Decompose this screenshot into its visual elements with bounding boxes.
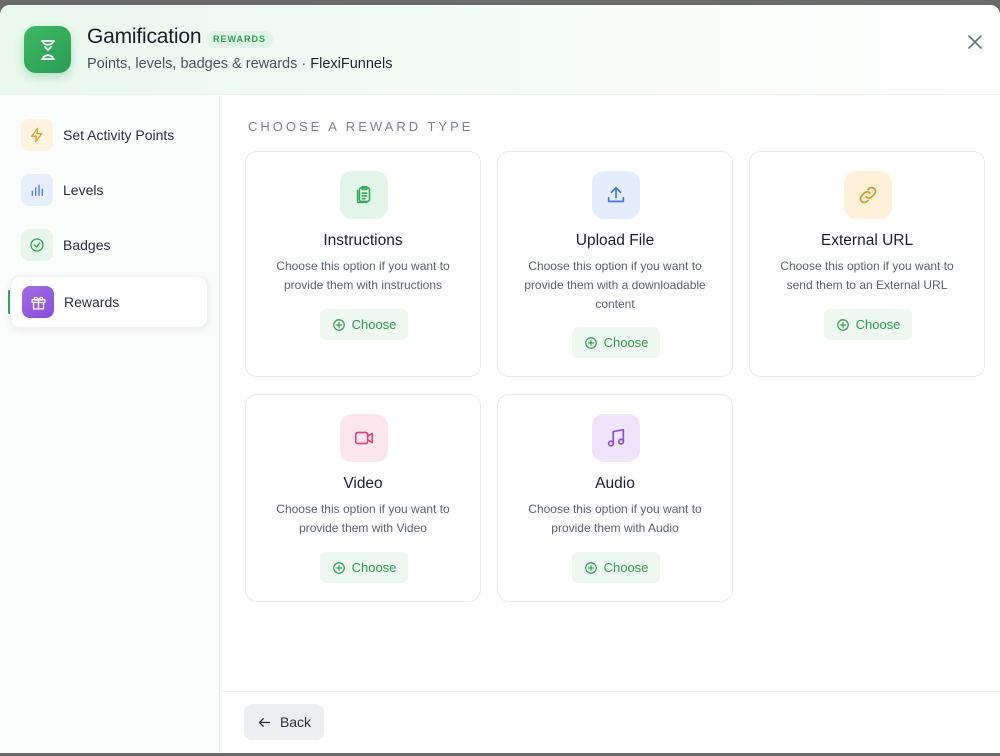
card-title: External URL: [820, 232, 914, 249]
main-content: CHOOSE A REWARD TYPE Instructions Choose…: [221, 95, 1000, 690]
choose-button[interactable]: Choose: [572, 552, 660, 583]
modal-footer: Back: [221, 691, 1000, 753]
bar-chart-icon: [21, 174, 53, 206]
plus-circle-icon: [332, 318, 345, 331]
section-title: CHOOSE A REWARD TYPE: [248, 119, 474, 134]
lightning-icon: [21, 119, 53, 151]
card-title: Upload File: [575, 232, 655, 249]
check-circle-icon: [21, 229, 53, 261]
sidebar-item-set-activity-points[interactable]: Set Activity Points: [10, 109, 208, 161]
plus-circle-icon: [332, 561, 345, 574]
close-button[interactable]: [964, 31, 986, 53]
card-title: Video: [343, 475, 383, 492]
choose-button-label: Choose: [603, 560, 649, 575]
choose-button-label: Choose: [351, 560, 397, 575]
card-title: Audio: [595, 475, 635, 492]
reward-card-video[interactable]: Video Choose this option if you want to …: [245, 394, 481, 602]
arrow-left-icon: [258, 717, 271, 727]
close-icon: [968, 35, 982, 49]
sidebar-item-label: Levels: [63, 182, 104, 198]
sidebar-item-levels[interactable]: Levels: [10, 164, 208, 216]
sidebar-item-rewards[interactable]: Rewards: [10, 276, 208, 328]
plus-circle-icon: [584, 561, 597, 574]
choose-button[interactable]: Choose: [320, 309, 408, 340]
card-description: Choose this option if you want to provid…: [276, 502, 450, 535]
reward-card-external-url[interactable]: External URL Choose this option if you w…: [749, 151, 985, 377]
card-description: Choose this option if you want to provid…: [524, 259, 706, 311]
sidebar-item-label: Set Activity Points: [63, 127, 175, 143]
choose-button-label: Choose: [351, 317, 397, 332]
card-description: Choose this option if you want to provid…: [528, 502, 702, 535]
section-badge: REWARDS: [206, 31, 274, 48]
link-icon: [844, 171, 892, 219]
page-subtitle: Points, levels, badges & rewards · Flexi…: [87, 56, 392, 72]
plus-circle-icon: [584, 336, 597, 349]
video-icon: [340, 414, 388, 462]
trophy-icon: [24, 26, 71, 73]
choose-button-label: Choose: [603, 335, 649, 350]
clipboard-icon: [340, 171, 388, 219]
choose-button[interactable]: Choose: [824, 309, 912, 340]
plus-circle-icon: [836, 318, 849, 331]
sidebar-item-label: Rewards: [64, 294, 120, 310]
page-title: Gamification: [87, 25, 202, 48]
gift-icon: [22, 286, 54, 318]
modal-header: Gamification REWARDS Points, levels, bad…: [0, 5, 1000, 95]
back-button-label: Back: [279, 714, 312, 730]
choose-button-label: Choose: [855, 317, 901, 332]
choose-button[interactable]: Choose: [320, 552, 408, 583]
brand-name: FlexiFunnels: [310, 56, 393, 72]
card-title: Instructions: [323, 232, 403, 249]
sidebar-item-badges[interactable]: Badges: [10, 219, 208, 271]
music-icon: [592, 414, 640, 462]
back-button[interactable]: Back: [244, 704, 324, 740]
card-description: Choose this option if you want to provid…: [276, 259, 450, 292]
sidebar-item-label: Badges: [63, 237, 111, 253]
subtitle-text: Points, levels, badges & rewards ·: [87, 56, 311, 72]
choose-button[interactable]: Choose: [572, 327, 660, 358]
card-description: Choose this option if you want to send t…: [780, 259, 954, 292]
reward-card-audio[interactable]: Audio Choose this option if you want to …: [497, 394, 733, 602]
reward-card-upload-file[interactable]: Upload File Choose this option if you wa…: [497, 151, 733, 377]
upload-icon: [592, 171, 640, 219]
reward-card-instructions[interactable]: Instructions Choose this option if you w…: [245, 151, 481, 377]
sidebar: Set Activity Points Levels Badges Reward…: [0, 95, 220, 753]
gamification-modal: Gamification REWARDS Points, levels, bad…: [0, 5, 1000, 753]
